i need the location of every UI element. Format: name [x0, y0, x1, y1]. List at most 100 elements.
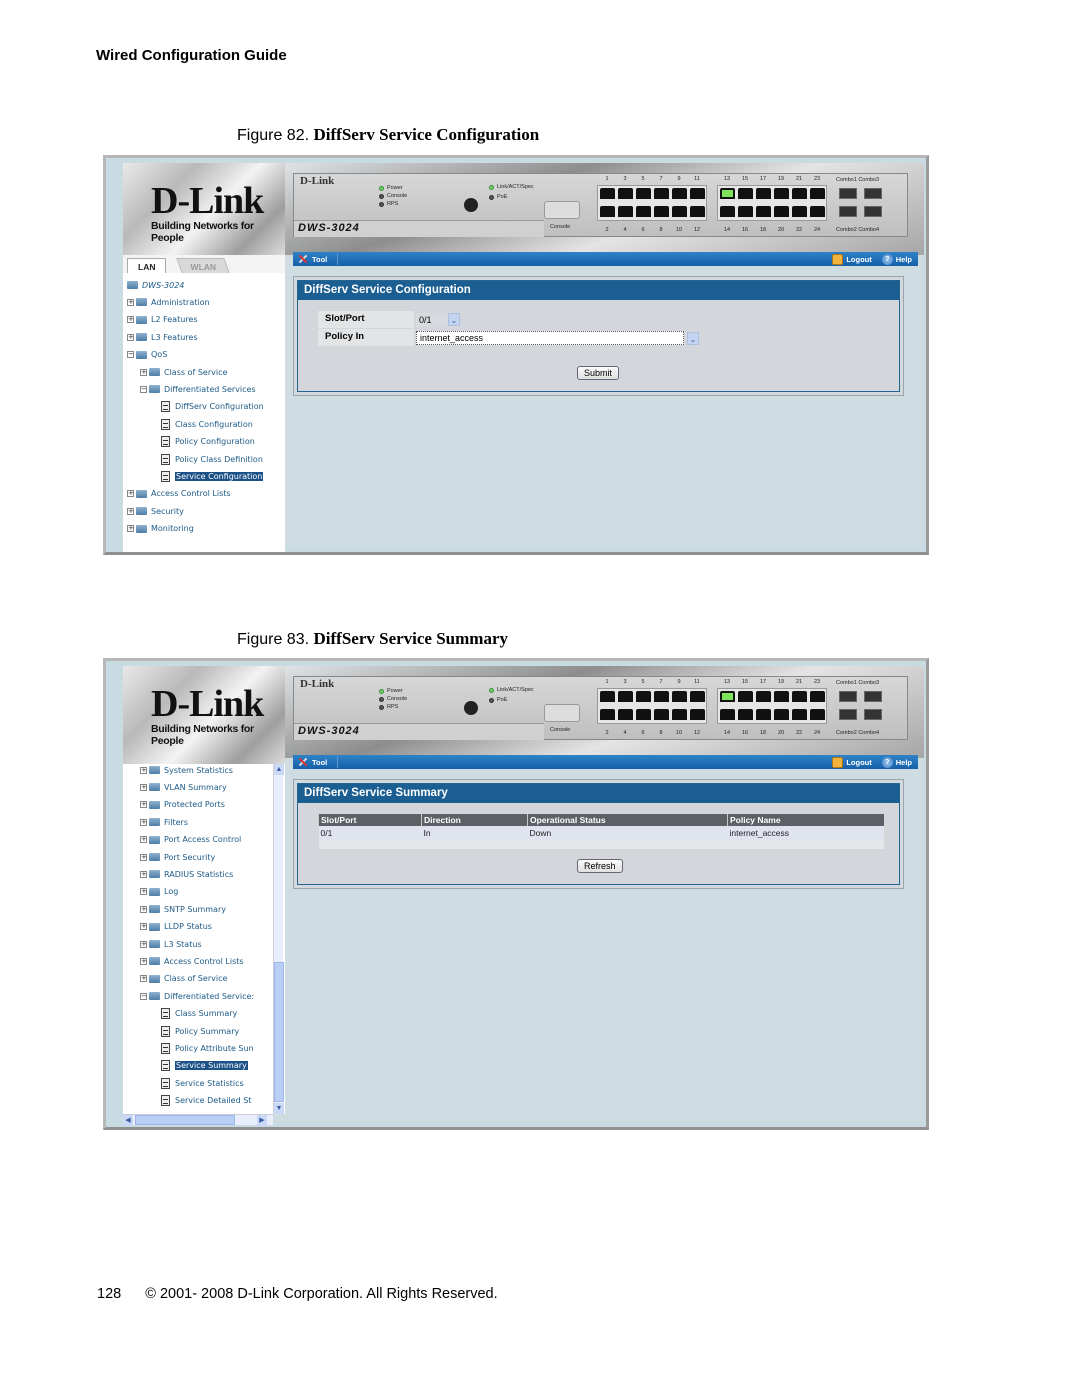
tree-item[interactable]: + RADIUS Statistics: [140, 866, 233, 882]
expand-icon[interactable]: +: [127, 333, 134, 341]
expand-icon[interactable]: +: [140, 836, 147, 844]
refresh-button[interactable]: Refresh: [577, 859, 623, 873]
sfp-port-icon[interactable]: [864, 691, 882, 702]
ethernet-port-icon[interactable]: [756, 709, 771, 720]
scroll-right-icon[interactable]: ▶: [257, 1115, 267, 1126]
expand-icon[interactable]: +: [140, 818, 147, 826]
tree-item[interactable]: Service Configuration: [161, 468, 264, 484]
ethernet-port-icon[interactable]: [672, 691, 687, 702]
expand-icon[interactable]: +: [140, 853, 147, 861]
ethernet-port-icon[interactable]: [636, 188, 651, 199]
tree-item[interactable]: + Access Control Lists: [140, 953, 244, 969]
expand-icon[interactable]: +: [140, 940, 147, 948]
expand-icon[interactable]: +: [127, 298, 134, 306]
expand-icon[interactable]: +: [140, 801, 147, 809]
scroll-down-icon[interactable]: ▼: [274, 1103, 284, 1114]
expand-icon[interactable]: +: [140, 888, 147, 896]
tree-item[interactable]: + L3 Features: [127, 329, 198, 345]
ethernet-port-icon[interactable]: [690, 709, 705, 720]
tool-menu[interactable]: Tool: [298, 254, 327, 264]
ethernet-port-icon[interactable]: [690, 206, 705, 217]
ethernet-port-icon[interactable]: [690, 188, 705, 199]
ethernet-port-icon[interactable]: [636, 691, 651, 702]
ethernet-port-icon[interactable]: [774, 709, 789, 720]
ethernet-port-icon[interactable]: [774, 691, 789, 702]
tree-item[interactable]: + Security: [127, 503, 184, 519]
policy-in-select[interactable]: internet_access ⌄: [416, 330, 699, 345]
tree-item[interactable]: + Protected Ports: [140, 797, 225, 813]
ethernet-port-icon[interactable]: [618, 188, 633, 199]
tree-item[interactable]: Policy Summary: [161, 1023, 239, 1039]
tree-item[interactable]: + System Statistics: [140, 762, 233, 778]
ethernet-port-icon[interactable]: [618, 709, 633, 720]
logout-button[interactable]: Logout: [832, 253, 872, 265]
tree-item[interactable]: + Filters: [140, 814, 188, 830]
tree-item[interactable]: Policy Attribute Sun: [161, 1040, 254, 1056]
ethernet-port-icon[interactable]: [654, 206, 669, 217]
ethernet-port-icon[interactable]: [792, 188, 807, 199]
ethernet-port-icon[interactable]: [774, 206, 789, 217]
tree-item[interactable]: + Monitoring: [127, 521, 194, 537]
tree-item[interactable]: + L2 Features: [127, 312, 198, 328]
tree-item[interactable]: Policy Configuration: [161, 434, 255, 450]
ethernet-port-icon[interactable]: [738, 188, 753, 199]
expand-icon[interactable]: +: [140, 975, 147, 983]
ethernet-port-icon[interactable]: [618, 206, 633, 217]
ethernet-port-icon[interactable]: [792, 691, 807, 702]
ethernet-port-icon[interactable]: [756, 206, 771, 217]
expand-icon[interactable]: +: [140, 783, 147, 791]
help-button[interactable]: ? Help: [881, 253, 912, 265]
ethernet-port-icon[interactable]: [756, 691, 771, 702]
expand-icon[interactable]: +: [127, 316, 134, 324]
sfp-port-icon[interactable]: [839, 691, 857, 702]
tree-item[interactable]: + VLAN Summary: [140, 779, 227, 795]
sfp-port-icon[interactable]: [839, 206, 857, 217]
expand-icon[interactable]: +: [127, 507, 134, 515]
sfp-port-icon[interactable]: [839, 709, 857, 720]
tree-item[interactable]: + Class of Service: [140, 971, 227, 987]
tree-item[interactable]: + Port Access Control: [140, 832, 241, 848]
ethernet-port-icon[interactable]: [672, 206, 687, 217]
slot-port-select[interactable]: 0/1 ⌄: [416, 312, 460, 327]
submit-button[interactable]: Submit: [577, 366, 620, 380]
ethernet-port-icon[interactable]: [672, 709, 687, 720]
ethernet-port-icon[interactable]: [792, 709, 807, 720]
tree-item[interactable]: − Differentiated Service:: [140, 988, 254, 1004]
scroll-left-icon[interactable]: ◀: [123, 1115, 133, 1126]
scrollbar-thumb[interactable]: [274, 962, 284, 1102]
expand-icon[interactable]: +: [140, 766, 147, 774]
expand-icon[interactable]: +: [140, 957, 147, 965]
ethernet-port-icon[interactable]: [690, 691, 705, 702]
ethernet-port-icon[interactable]: [810, 709, 825, 720]
help-button[interactable]: ? Help: [881, 756, 912, 768]
expand-icon[interactable]: +: [127, 490, 134, 498]
ethernet-port-icon[interactable]: [654, 188, 669, 199]
horizontal-scrollbar[interactable]: ◀ ▶: [123, 1114, 273, 1126]
tree-item[interactable]: + Administration: [127, 294, 210, 310]
expand-icon[interactable]: +: [127, 525, 134, 533]
ethernet-port-icon[interactable]: [600, 691, 615, 702]
ethernet-port-icon[interactable]: [738, 206, 753, 217]
ethernet-port-icon[interactable]: [654, 709, 669, 720]
h-scrollbar-thumb[interactable]: [135, 1115, 235, 1125]
tool-menu[interactable]: Tool: [298, 757, 327, 767]
tree-item[interactable]: Class Configuration: [161, 416, 253, 432]
expand-icon[interactable]: +: [140, 923, 147, 931]
ethernet-port-icon[interactable]: [720, 709, 735, 720]
logout-button[interactable]: Logout: [832, 756, 872, 768]
tree-item[interactable]: + Log: [140, 884, 178, 900]
scroll-up-icon[interactable]: ▲: [274, 764, 284, 775]
collapse-icon[interactable]: −: [140, 992, 147, 1000]
tree-item[interactable]: Policy Class Definition: [161, 451, 263, 467]
ethernet-port-icon[interactable]: [618, 691, 633, 702]
chevron-down-icon[interactable]: ⌄: [687, 331, 699, 345]
sfp-port-icon[interactable]: [864, 206, 882, 217]
ethernet-port-icon[interactable]: [792, 206, 807, 217]
tree-item[interactable]: + Access Control Lists: [127, 486, 231, 502]
ethernet-port-icon[interactable]: [720, 188, 735, 199]
ethernet-port-icon[interactable]: [720, 206, 735, 217]
ethernet-port-icon[interactable]: [738, 691, 753, 702]
ethernet-port-icon[interactable]: [636, 709, 651, 720]
ethernet-port-icon[interactable]: [672, 188, 687, 199]
tree-item[interactable]: DWS-3024: [127, 277, 184, 293]
